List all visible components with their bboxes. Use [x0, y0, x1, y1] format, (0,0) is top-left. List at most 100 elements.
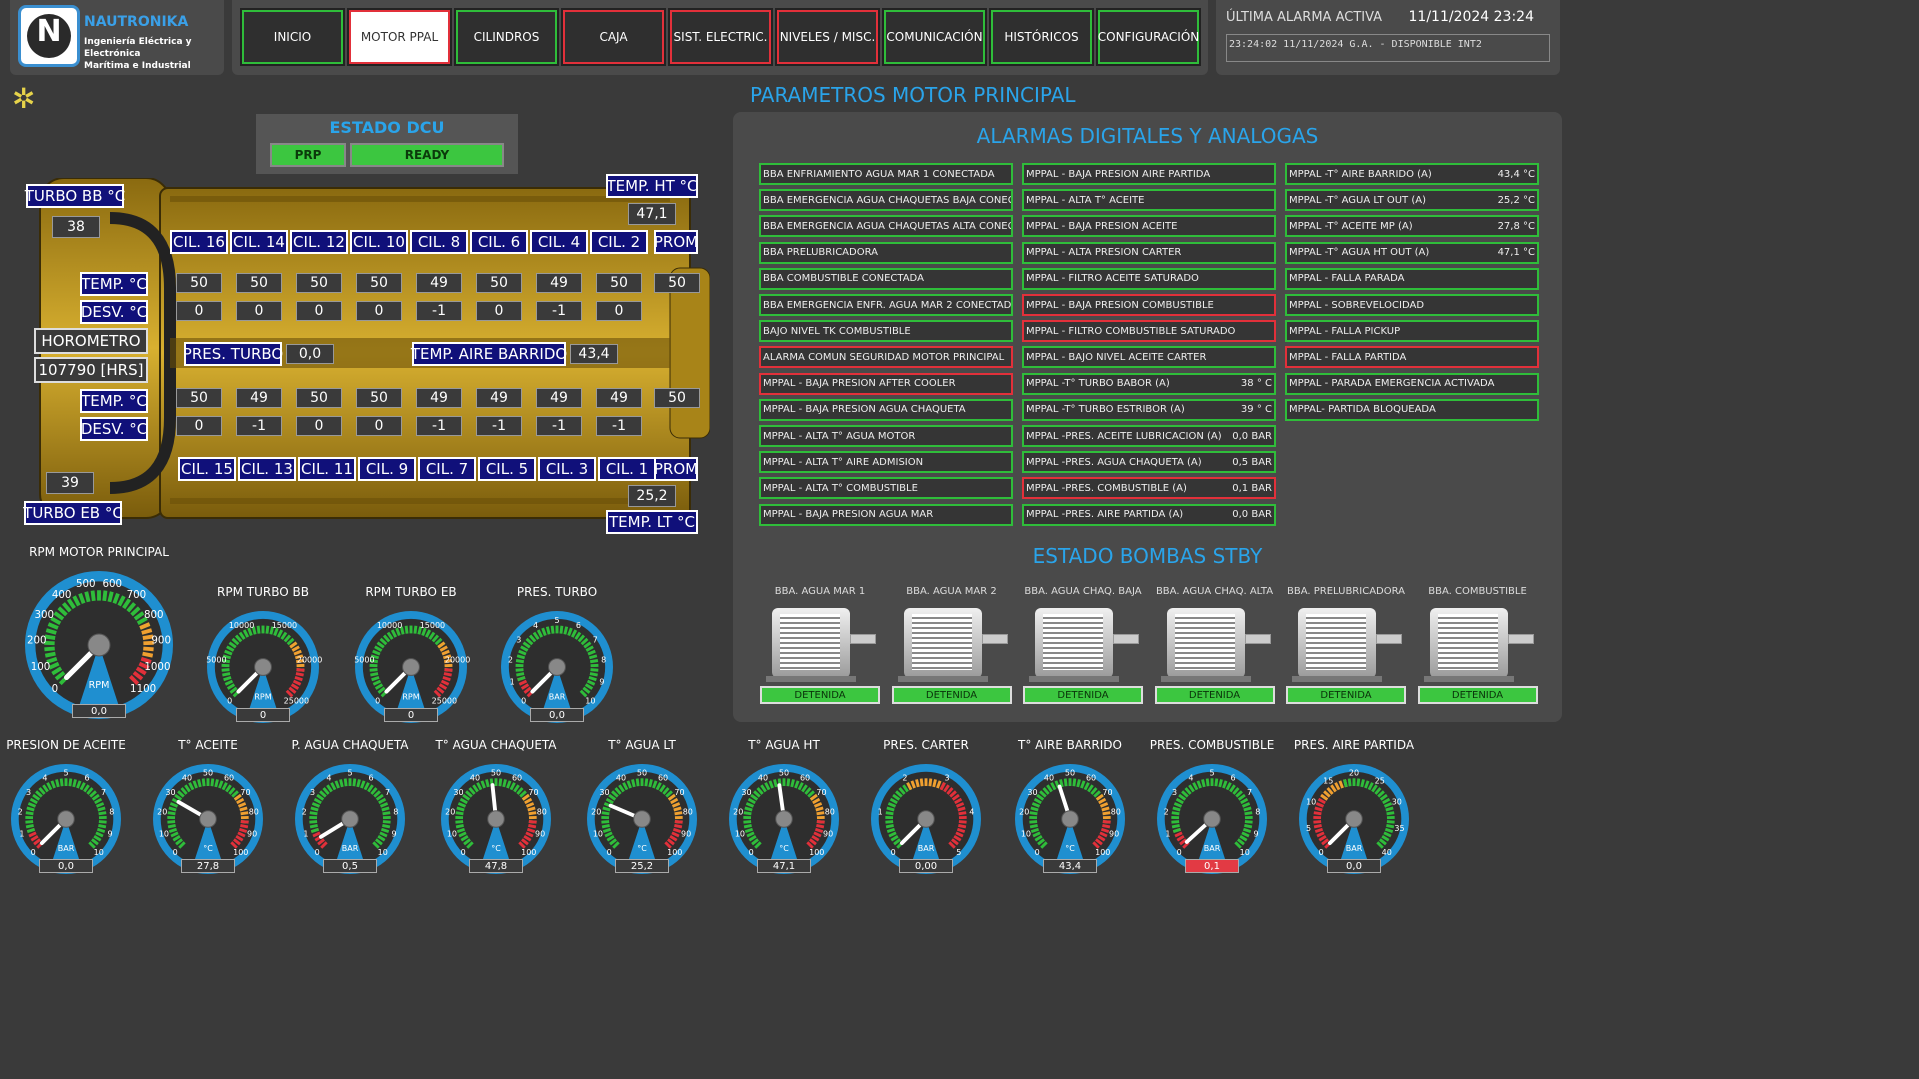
alarm-item[interactable]: MPPAL - FALLA PICKUP — [1285, 320, 1539, 343]
cylinder-label: CIL. 7 — [418, 457, 476, 481]
alarm-item[interactable]: MPPAL -PRES. AGUA CHAQUETA (A) 0,5 BAR — [1022, 451, 1276, 474]
alarm-item[interactable]: MPPAL - BAJA PRESION AGUA CHAQUETA — [759, 398, 1013, 421]
gauge-tick-label: 60 — [1086, 774, 1096, 783]
alarm-item[interactable]: MPPAL - SOBREVELOCIDAD — [1285, 294, 1539, 316]
pres-turbo-label: PRES. TURBO — [183, 342, 283, 366]
gauge-tick-label: 0 — [227, 696, 232, 705]
alarm-item[interactable]: MPPAL - BAJA PRESION ACEITE — [1022, 215, 1276, 238]
nav-button-niveles-misc-[interactable]: NIVELES / MISC. — [775, 8, 880, 66]
nav-button-configuraci-n[interactable]: CONFIGURACIÓN — [1096, 8, 1201, 66]
gauge-tick-label: 6 — [84, 774, 89, 783]
gauge-scale-tick — [1244, 811, 1253, 816]
gauge-scale-tick — [369, 668, 378, 672]
last-alarm-message[interactable]: 23:24:02 11/11/2024 G.A. - DISPONIBLE IN… — [1226, 34, 1550, 62]
alarm-item[interactable]: MPPAL - FALLA PARADA — [1285, 267, 1539, 290]
alarm-item[interactable]: MPPAL - BAJA PRESION COMBUSTIBLE — [1022, 294, 1276, 316]
gauge-scale-tick — [1243, 806, 1252, 812]
gauge-scale-tick — [886, 806, 895, 812]
gauge-tick-label: 3 — [516, 635, 521, 644]
gauge-tick-label: 3 — [944, 774, 949, 783]
alarm-item[interactable]: BBA EMERGENCIA ENFR. AGUA MAR 2 CONECTAD… — [759, 294, 1013, 316]
alarm-item[interactable]: BBA ENFRIAMIENTO AGUA MAR 1 CONECTADA — [759, 163, 1013, 185]
alarm-item[interactable]: MPPAL - PARADA EMERGENCIA ACTIVADA — [1285, 372, 1539, 395]
gauge-t-aire-barrido: T° AIRE BARRIDO 0 10 20 30 40 50 60 70 80 90 100 °C 4… — [1012, 738, 1128, 879]
alarm-text: MPPAL - FALLA PICKUP — [1289, 325, 1401, 337]
alarm-text: BBA COMBUSTIBLE CONECTADA — [763, 273, 924, 285]
alarm-item[interactable]: BBA EMERGENCIA AGUA CHAQUETAS BAJA CONEC… — [759, 189, 1013, 212]
gauge-tick-label: 25000 — [432, 696, 457, 705]
alarm-item[interactable]: MPPAL -T° AIRE BARRIDO (A) 43,4 °C — [1285, 163, 1539, 185]
alarm-item[interactable]: MPPAL -PRES. COMBUSTIBLE (A) 0,1 BAR — [1022, 477, 1276, 500]
nav-button-comunicaci-n[interactable]: COMUNICACIÓN — [882, 8, 987, 66]
gauge-scale-tick — [240, 824, 249, 829]
gauge-value: 0,0 — [39, 859, 93, 873]
pump-status: DETENIDA — [1154, 686, 1275, 704]
alarm-item[interactable]: MPPAL -T° AGUA HT OUT (A) 47,1 °C — [1285, 241, 1539, 264]
alarm-item[interactable]: ALARMA COMUN SEGURIDAD MOTOR PRINCIPAL — [759, 346, 1013, 369]
alarm-item[interactable]: BBA COMBUSTIBLE CONECTADA — [759, 267, 1013, 290]
gauge-scale-tick — [528, 811, 537, 816]
gauge-hub — [341, 810, 359, 828]
alarm-item[interactable]: MPPAL - ALTA T° AIRE ADMISION — [759, 451, 1013, 474]
gauge-tick-label: 70 — [816, 788, 826, 797]
gauge-tick-label: 80 — [537, 808, 547, 817]
gauge-tick-label: 1 — [1165, 829, 1170, 838]
gauge-unit: BAR — [549, 692, 566, 701]
gauge-tick-label: 8 — [109, 808, 114, 817]
gauge-tick-label: 0 — [1035, 848, 1040, 857]
gauge-scale-tick — [221, 668, 230, 672]
alarm-item[interactable]: MPPAL - FILTRO ACEITE SATURADO — [1022, 267, 1276, 290]
gauge-scale-tick — [1171, 824, 1180, 829]
gauge-scale-tick — [455, 820, 464, 824]
gauge-scale-tick — [309, 811, 318, 816]
gauge-unit: BAR — [918, 844, 935, 853]
gauge-title: RPM MOTOR PRINCIPAL — [29, 545, 169, 559]
gauge-scale-tick — [1343, 779, 1348, 788]
alarm-item[interactable]: MPPAL -T° TURBO ESTRIBOR (A) 39 ° C — [1022, 398, 1276, 421]
nav-button-motor-ppal[interactable]: MOTOR PPAL — [347, 8, 452, 66]
alarm-item[interactable]: BBA PRELUBRICADORA — [759, 241, 1013, 264]
gauge-scale-tick — [589, 672, 598, 677]
alarm-item[interactable]: MPPAL - BAJA PRESION AGUA MAR — [759, 503, 1013, 526]
nav-button-sist-electric-[interactable]: SIST. ELECTRIC. — [668, 8, 773, 66]
alarm-item[interactable]: MPPAL - FILTRO COMBUSTIBLE SATURADO — [1022, 320, 1276, 343]
alarm-item[interactable]: MPPAL -T° AGUA LT OUT (A) 25,2 °C — [1285, 189, 1539, 212]
alarm-text: MPPAL - BAJA PRESION COMBUSTIBLE — [1026, 299, 1214, 311]
alarm-item[interactable]: MPPAL - ALTA T° COMBUSTIBLE — [759, 477, 1013, 500]
alarm-item[interactable]: BBA EMERGENCIA AGUA CHAQUETAS ALTA CONEC… — [759, 215, 1013, 238]
nav-button-inicio[interactable]: INICIO — [240, 8, 345, 66]
nav-button-cilindros[interactable]: CILINDROS — [454, 8, 559, 66]
gauge-scale-tick — [1356, 778, 1361, 787]
alarm-item[interactable]: MPPAL - FALLA PARTIDA — [1285, 346, 1539, 369]
alarm-item[interactable]: MPPAL- PARTIDA BLOQUEADA — [1285, 398, 1539, 421]
bottom-temp-label: TEMP. °C — [80, 389, 148, 413]
alarm-item[interactable]: MPPAL - BAJA PRESION AIRE PARTIDA — [1022, 163, 1276, 185]
alarm-text: MPPAL - FALLA PARADA — [1289, 273, 1405, 285]
alarm-item[interactable]: MPPAL -PRES. ACEITE LUBRICACION (A) 0,0 B… — [1022, 425, 1276, 447]
gauge-tick-label: 800 — [144, 609, 164, 621]
alarm-item[interactable]: MPPAL -T° TURBO BABOR (A) 38 ° C — [1022, 372, 1276, 395]
gauge-tick-label: 500 — [76, 578, 96, 590]
gauge-scale-tick — [455, 824, 464, 829]
alarm-item[interactable]: MPPAL - ALTA T° AGUA MOTOR — [759, 425, 1013, 447]
nav-button-hist-ricos[interactable]: HISTÓRICOS — [989, 8, 1094, 66]
gauge-scale-tick — [673, 806, 682, 812]
nav-button-caja[interactable]: CAJA — [561, 8, 666, 66]
gauge-hub — [548, 658, 566, 676]
gauge-hub — [487, 810, 505, 828]
alarm-item[interactable]: MPPAL - ALTA PRESION CARTER — [1022, 241, 1276, 264]
alarm-item[interactable]: MPPAL -PRES. AIRE PARTIDA (A) 0,0 BAR — [1022, 503, 1276, 526]
gauge-unit: BAR — [1204, 844, 1221, 853]
temp-lt-value: 25,2 — [628, 485, 676, 507]
gauge-hub — [57, 810, 75, 828]
alarm-item[interactable]: BAJO NIVEL TK COMBUSTIBLE — [759, 320, 1013, 343]
gauge-hub — [633, 810, 651, 828]
alarm-item[interactable]: MPPAL -T° ACEITE MP (A) 27,8 °C — [1285, 215, 1539, 238]
alarm-item[interactable]: MPPAL - BAJA PRESION AFTER COOLER — [759, 372, 1013, 395]
alarm-item[interactable]: MPPAL - BAJO NIVEL ACEITE CARTER — [1022, 346, 1276, 369]
gauge-scale-tick — [790, 779, 795, 788]
alarm-item[interactable]: MPPAL - ALTA T° ACEITE — [1022, 189, 1276, 212]
gauge-scale-tick — [601, 824, 610, 829]
gauge-scale-tick — [265, 625, 270, 634]
pump-status: DETENIDA — [1286, 686, 1406, 704]
